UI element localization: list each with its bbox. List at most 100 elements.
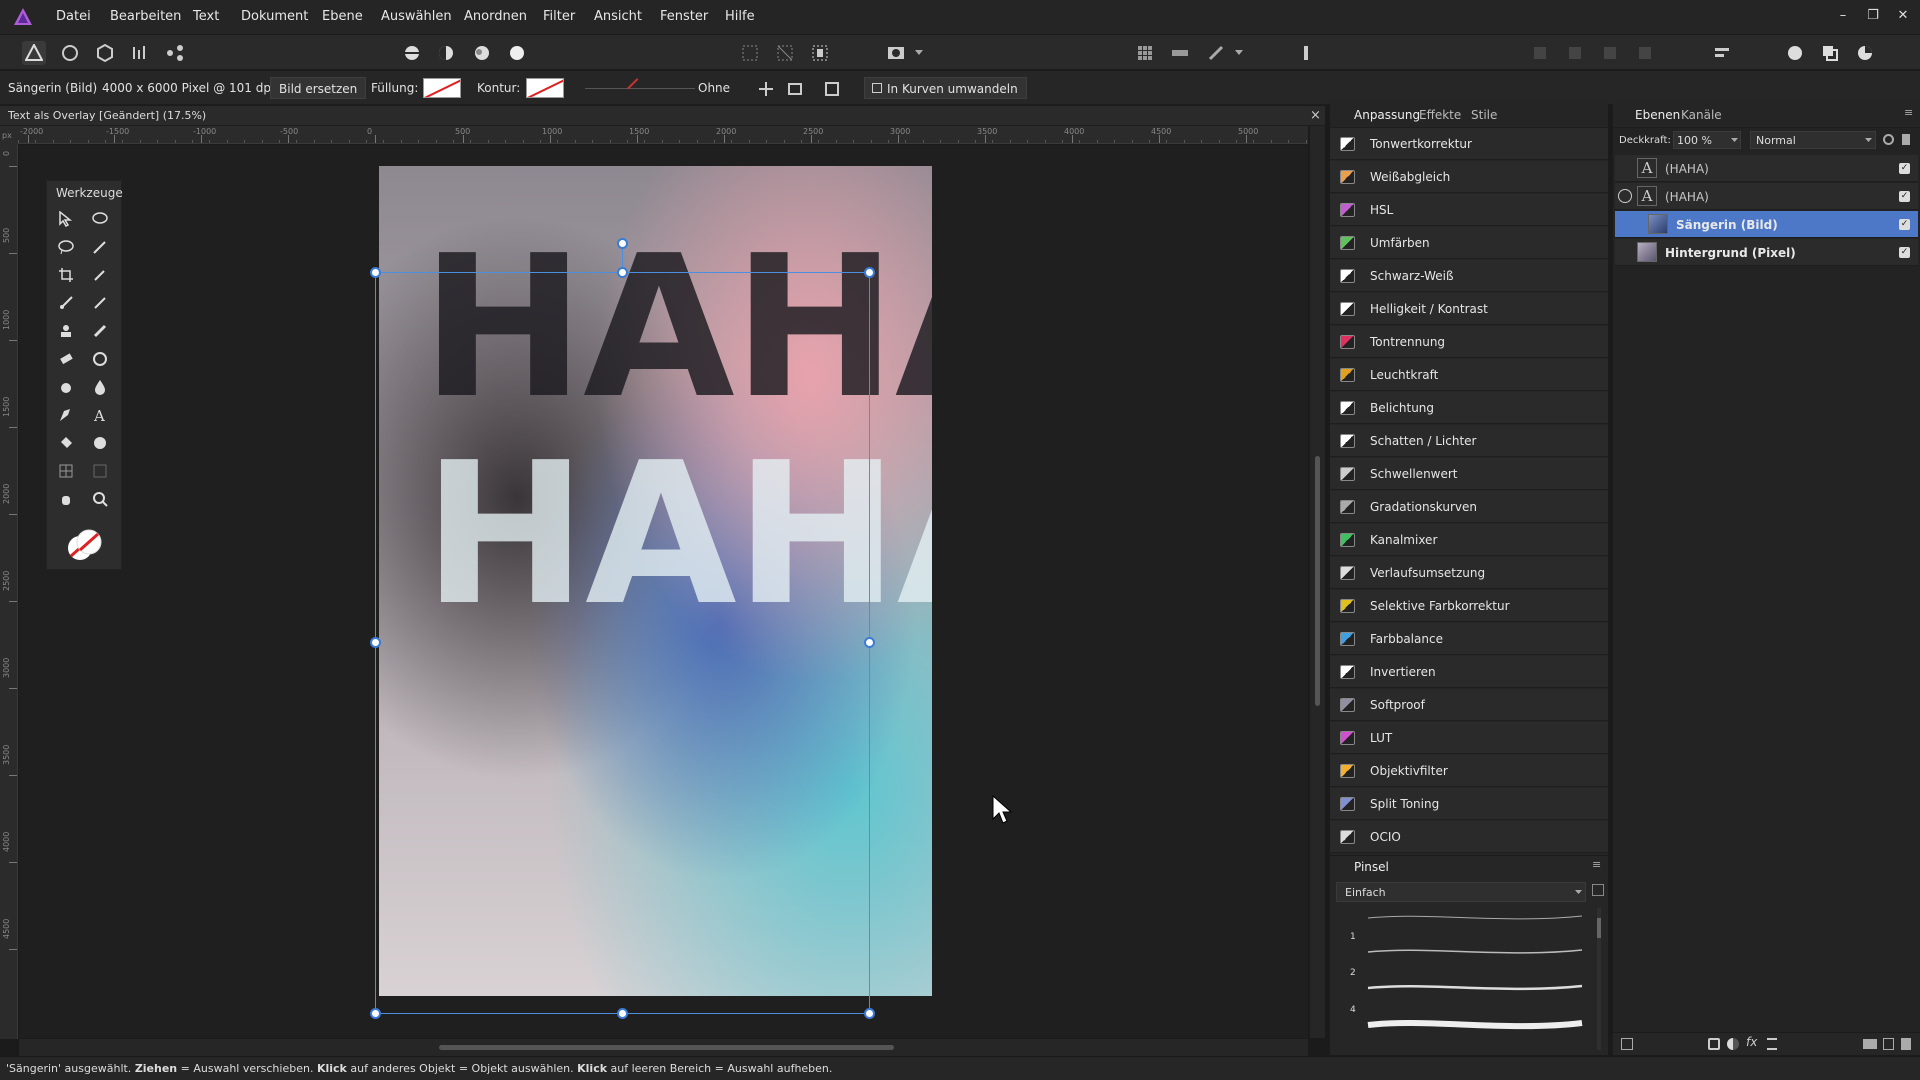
layer-row[interactable]: A (HAHA) ✓ [1615, 183, 1918, 210]
adjustment-item[interactable]: LUT [1330, 722, 1608, 754]
adjustment-layer-icon[interactable] [1727, 1038, 1739, 1050]
opacity-dropdown-icon[interactable] [1731, 138, 1738, 143]
adjustment-item[interactable]: Softproof [1330, 689, 1608, 721]
dodge-tool-icon[interactable] [53, 375, 79, 399]
add-pixel-layer-icon[interactable] [1883, 1038, 1894, 1050]
layer-row[interactable]: A (HAHA) ✓ [1615, 155, 1918, 182]
liquify-persona-icon[interactable] [58, 41, 82, 65]
adjustment-item[interactable]: Split Toning [1330, 788, 1608, 820]
arrange-icon[interactable] [1710, 41, 1734, 65]
opacity-field[interactable]: 100 % [1673, 131, 1741, 149]
adjustment-item[interactable]: Verlaufsumsetzung [1330, 557, 1608, 589]
layer-row[interactable]: Hintergrund (Pixel) ✓ [1615, 239, 1918, 266]
menu-ebene[interactable]: Ebene [322, 9, 363, 24]
mask-icon[interactable] [783, 77, 807, 101]
handle-bottom[interactable] [617, 1008, 628, 1019]
menu-datei[interactable]: Datei [56, 9, 91, 24]
menu-fenster[interactable]: Fenster [660, 9, 708, 24]
stroke-swatch[interactable] [526, 78, 564, 98]
layer-visibility-checkbox[interactable]: ✓ [1899, 191, 1910, 202]
rotate-icon[interactable] [820, 77, 844, 101]
auto-white-balance-icon[interactable] [505, 41, 529, 65]
brush-category-select[interactable]: Einfach [1336, 882, 1586, 902]
canvas-vertical-scroll-thumb[interactable] [1315, 456, 1320, 706]
pen-tool-icon[interactable] [53, 403, 79, 427]
adjustment-item[interactable]: Leuchtkraft [1330, 359, 1608, 391]
tone-mapping-persona-icon[interactable] [128, 41, 152, 65]
tab-stile[interactable]: Stile [1471, 108, 1497, 122]
stroke-slider-handle[interactable] [627, 78, 647, 98]
text-tool-icon[interactable]: A [87, 403, 113, 427]
adjustment-item[interactable]: OCIO [1330, 821, 1608, 853]
auto-colors-icon[interactable] [470, 41, 494, 65]
assistant-dropdown-icon[interactable] [1232, 41, 1246, 65]
brush-scroll-thumb[interactable] [1597, 918, 1601, 938]
brush-scrollbar[interactable] [1597, 908, 1601, 1050]
handle-top[interactable] [617, 267, 628, 278]
adjustment-item[interactable]: Invertieren [1330, 656, 1608, 688]
adjustment-item[interactable]: HSL [1330, 194, 1608, 226]
adjustment-item[interactable]: Helligkeit / Kontrast [1330, 293, 1608, 325]
snapping-grid-icon[interactable] [1133, 41, 1157, 65]
adjustment-item[interactable]: Objektivfilter [1330, 755, 1608, 787]
adjustment-item[interactable]: Gradationskurven [1330, 491, 1608, 523]
adjustment-item[interactable]: Weißabgleich [1330, 161, 1608, 193]
affinity-photo-logo-icon[interactable] [12, 6, 34, 28]
mask-layer-icon[interactable] [1708, 1038, 1720, 1050]
handle-right[interactable] [864, 637, 875, 648]
shape-tool-icon[interactable] [87, 431, 113, 455]
export-persona-icon[interactable] [163, 41, 187, 65]
adjustment-item[interactable]: Schwellenwert [1330, 458, 1608, 490]
clone-tool-icon[interactable] [53, 319, 79, 343]
paint-brush-tool-icon[interactable] [53, 291, 79, 315]
handle-top-left[interactable] [370, 267, 381, 278]
canvas-horizontal-scrollbar[interactable] [19, 1039, 1308, 1056]
pixel-tool-icon[interactable] [87, 291, 113, 315]
menu-filter[interactable]: Filter [543, 9, 575, 24]
brush-view-icon[interactable] [1592, 884, 1604, 896]
color-swatches-icon[interactable] [65, 526, 105, 566]
eraser-tool-icon[interactable] [53, 347, 79, 371]
menu-ansicht[interactable]: Ansicht [594, 9, 642, 24]
layer-expand-icon[interactable] [1618, 189, 1632, 203]
healing-brush-tool-icon[interactable] [87, 319, 113, 343]
brush-strokes-preview[interactable] [1366, 908, 1586, 1054]
replace-image-button[interactable]: Bild ersetzen [270, 77, 367, 99]
rotation-handle[interactable] [617, 238, 628, 249]
perspective-tool-icon[interactable] [87, 459, 113, 483]
adjustment-item[interactable]: Tontrennung [1330, 326, 1608, 358]
delete-layer-trash-icon[interactable] [1901, 1038, 1911, 1050]
layer-settings-gear-icon[interactable] [1883, 134, 1894, 145]
fill-swatch[interactable] [423, 78, 461, 98]
develop-persona-icon[interactable] [93, 41, 117, 65]
crop-tool-icon[interactable] [53, 263, 79, 287]
adjustment-item[interactable]: Belichtung [1330, 392, 1608, 424]
adjustment-item[interactable]: Schatten / Lichter [1330, 425, 1608, 457]
select-all-icon[interactable] [808, 41, 832, 65]
layer-visibility-checkbox[interactable]: ✓ [1899, 163, 1910, 174]
menu-anordnen[interactable]: Anordnen [464, 9, 527, 24]
adjustment-item[interactable]: Kanalmixer [1330, 524, 1608, 556]
menu-auswaehlen[interactable]: Auswählen [381, 9, 452, 24]
menu-bearbeiten[interactable]: Bearbeiten [110, 9, 181, 24]
move-icon[interactable] [754, 77, 778, 101]
hand-tool-icon[interactable] [53, 487, 79, 511]
menu-hilfe[interactable]: Hilfe [725, 9, 755, 24]
lock-icon[interactable] [1294, 41, 1318, 65]
adjustment-item[interactable]: Umfärben [1330, 227, 1608, 259]
restore-button[interactable]: ❐ [1862, 6, 1884, 26]
brush-panel-menu-icon[interactable]: ≡ [1592, 858, 1601, 871]
photo-persona-icon[interactable] [22, 41, 46, 65]
brush-list[interactable]: 1 2 4 [1336, 908, 1592, 1054]
layer-presets-icon[interactable] [1621, 1038, 1633, 1050]
layers-panel-menu-icon[interactable]: ≡ [1904, 106, 1913, 119]
document-tab[interactable]: Text als Overlay [Geändert] (17.5%) × [0, 106, 1325, 126]
assistant-icon[interactable] [1204, 41, 1228, 65]
tab-effekte[interactable]: Effekte [1419, 108, 1461, 122]
close-document-button[interactable]: × [1310, 108, 1321, 123]
live-filter-icon[interactable] [1767, 1038, 1777, 1050]
layer-visibility-checkbox[interactable]: ✓ [1899, 219, 1910, 230]
minimize-button[interactable]: – [1832, 6, 1854, 26]
flood-select-tool-icon[interactable] [87, 235, 113, 259]
studio-chat-icon[interactable] [1783, 41, 1807, 65]
